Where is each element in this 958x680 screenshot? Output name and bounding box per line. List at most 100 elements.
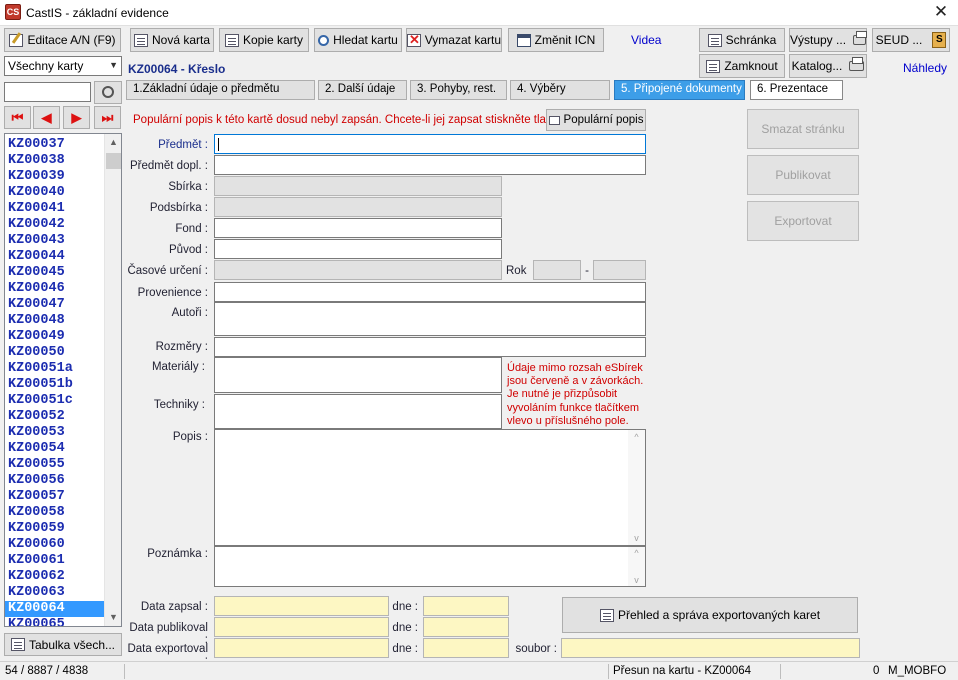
popis-textarea[interactable]: ^ v	[214, 429, 646, 546]
close-icon[interactable]: ✕	[930, 2, 952, 22]
data-publikoval-date[interactable]	[423, 617, 509, 637]
list-item[interactable]: KZ00051c	[5, 393, 105, 409]
predmet-input[interactable]	[214, 134, 646, 154]
list-item[interactable]: KZ00041	[5, 201, 105, 217]
puvod-input[interactable]	[214, 239, 502, 259]
data-publikoval-input[interactable]	[214, 617, 389, 637]
prev-record-button[interactable]: ◀	[33, 106, 60, 129]
list-item[interactable]: KZ00062	[5, 569, 105, 585]
list-item[interactable]: KZ00047	[5, 297, 105, 313]
poznamka-textarea[interactable]: ^ v	[214, 546, 646, 587]
list-item[interactable]: KZ00058	[5, 505, 105, 521]
tab-other-data[interactable]: 2. Další údaje	[318, 80, 407, 100]
data-exportoval-input[interactable]	[214, 638, 389, 658]
title-bar: CS CastIS - základní evidence ✕	[0, 0, 958, 26]
clipboard-button[interactable]: Schránka	[699, 28, 785, 52]
list-item[interactable]: KZ00053	[5, 425, 105, 441]
data-exportoval-date[interactable]	[423, 638, 509, 658]
popular-description-button[interactable]: Populární popis	[546, 109, 646, 131]
previews-link[interactable]: Náhledy	[903, 61, 947, 75]
table-all-button[interactable]: Tabulka všech...	[4, 633, 122, 656]
list-item[interactable]: KZ00051b	[5, 377, 105, 393]
change-icn-button[interactable]: Změnit ICN	[508, 28, 604, 52]
list-item[interactable]: KZ00051a	[5, 361, 105, 377]
tab-attached-documents[interactable]: 5. Připojené dokumenty	[614, 80, 745, 100]
rozmery-input[interactable]	[214, 337, 646, 357]
sbirka-input[interactable]	[214, 176, 502, 196]
list-item[interactable]: KZ00064	[5, 601, 105, 617]
list-item[interactable]: KZ00056	[5, 473, 105, 489]
scroll-thumb[interactable]	[106, 153, 121, 169]
search-button[interactable]	[94, 81, 122, 104]
list-item[interactable]: KZ00044	[5, 249, 105, 265]
list-item[interactable]: KZ00048	[5, 313, 105, 329]
poznamka-scroll-down-icon[interactable]: v	[628, 575, 645, 585]
exported-cards-overview-button[interactable]: Přehled a správa exportovaných karet	[562, 597, 858, 633]
card-search-input[interactable]	[4, 82, 91, 102]
find-card-button[interactable]: Hledat kartu	[314, 28, 402, 52]
card-list[interactable]: KZ00065 KZ00064 KZ00063 KZ00062 KZ00061 KZ000…	[4, 133, 122, 627]
list-item[interactable]: KZ00052	[5, 409, 105, 425]
outputs-button[interactable]: Výstupy ...	[789, 28, 867, 52]
casove-urceni-input[interactable]	[214, 260, 502, 280]
delete-page-button[interactable]: Smazat stránku	[747, 109, 859, 149]
autori-input[interactable]	[214, 302, 646, 336]
rok-do-input[interactable]	[593, 260, 646, 280]
list-item[interactable]: KZ00063	[5, 585, 105, 601]
list-item[interactable]: KZ00061	[5, 553, 105, 569]
provenience-input[interactable]	[214, 282, 646, 302]
list-item[interactable]: KZ00038	[5, 153, 105, 169]
tab-basic-data[interactable]: 1.Základní údaje o předmětu	[126, 80, 315, 100]
list-item[interactable]: KZ00049	[5, 329, 105, 345]
poznamka-scrollbar[interactable]: ^ v	[628, 547, 645, 586]
lock-button[interactable]: Zamknout	[699, 54, 785, 78]
predmet-dopl-input[interactable]	[214, 155, 646, 175]
list-item[interactable]: KZ00046	[5, 281, 105, 297]
tab-movements[interactable]: 3. Pohyby, rest.	[410, 80, 507, 100]
edit-toggle-button[interactable]: Editace A/N (F9)	[4, 28, 121, 52]
copy-card-button[interactable]: Kopie karty	[219, 28, 309, 52]
delete-card-button[interactable]: Vymazat kartu	[406, 28, 502, 52]
first-record-button[interactable]: ⏮	[4, 106, 31, 129]
publish-button[interactable]: Publikovat	[747, 155, 859, 195]
list-item[interactable]: KZ00055	[5, 457, 105, 473]
list-item[interactable]: KZ00054	[5, 441, 105, 457]
list-item[interactable]: KZ00040	[5, 185, 105, 201]
list-item[interactable]: KZ00060	[5, 537, 105, 553]
catalog-button[interactable]: Katalog...	[789, 54, 867, 78]
materialy-input[interactable]	[214, 357, 502, 393]
list-item[interactable]: KZ00043	[5, 233, 105, 249]
podsbirka-input[interactable]	[214, 197, 502, 217]
export-button[interactable]: Exportovat	[747, 201, 859, 241]
tab-presentation[interactable]: 6. Prezentace	[750, 80, 843, 100]
fond-input[interactable]	[214, 218, 502, 238]
tab-selections[interactable]: 4. Výběry	[510, 80, 610, 100]
card-list-scrollbar[interactable]: ▲ ▼	[104, 134, 121, 626]
list-item[interactable]: KZ00039	[5, 169, 105, 185]
list-item[interactable]: KZ00065	[5, 617, 105, 626]
popis-scroll-up-icon[interactable]: ^	[628, 432, 645, 442]
techniky-input[interactable]	[214, 394, 502, 429]
list-item[interactable]: KZ00045	[5, 265, 105, 281]
popis-scrollbar[interactable]: ^ v	[628, 430, 645, 545]
scroll-up-icon[interactable]: ▲	[105, 134, 121, 151]
popis-scroll-down-icon[interactable]: v	[628, 533, 645, 543]
list-item[interactable]: KZ00050	[5, 345, 105, 361]
poznamka-scroll-up-icon[interactable]: ^	[628, 548, 645, 558]
new-card-button[interactable]: Nová karta	[130, 28, 214, 52]
videos-link[interactable]: Videa	[631, 33, 661, 47]
data-zapsal-input[interactable]	[214, 596, 389, 616]
list-item[interactable]: KZ00057	[5, 489, 105, 505]
list-item[interactable]: KZ00042	[5, 217, 105, 233]
list-item[interactable]: KZ00037	[5, 137, 105, 153]
next-record-button[interactable]: ▶	[63, 106, 90, 129]
scroll-down-icon[interactable]: ▼	[105, 609, 121, 626]
list-item[interactable]: KZ00059	[5, 521, 105, 537]
seud-button[interactable]: SEUD ... S	[872, 28, 950, 52]
data-zapsal-date[interactable]	[423, 596, 509, 616]
rok-od-input[interactable]	[533, 260, 581, 280]
filter-select[interactable]: Všechny karty ▼	[4, 56, 122, 76]
last-record-button[interactable]: ⏭	[94, 106, 121, 129]
popular-description-label: Populární popis	[563, 114, 644, 126]
soubor-input[interactable]	[561, 638, 860, 658]
